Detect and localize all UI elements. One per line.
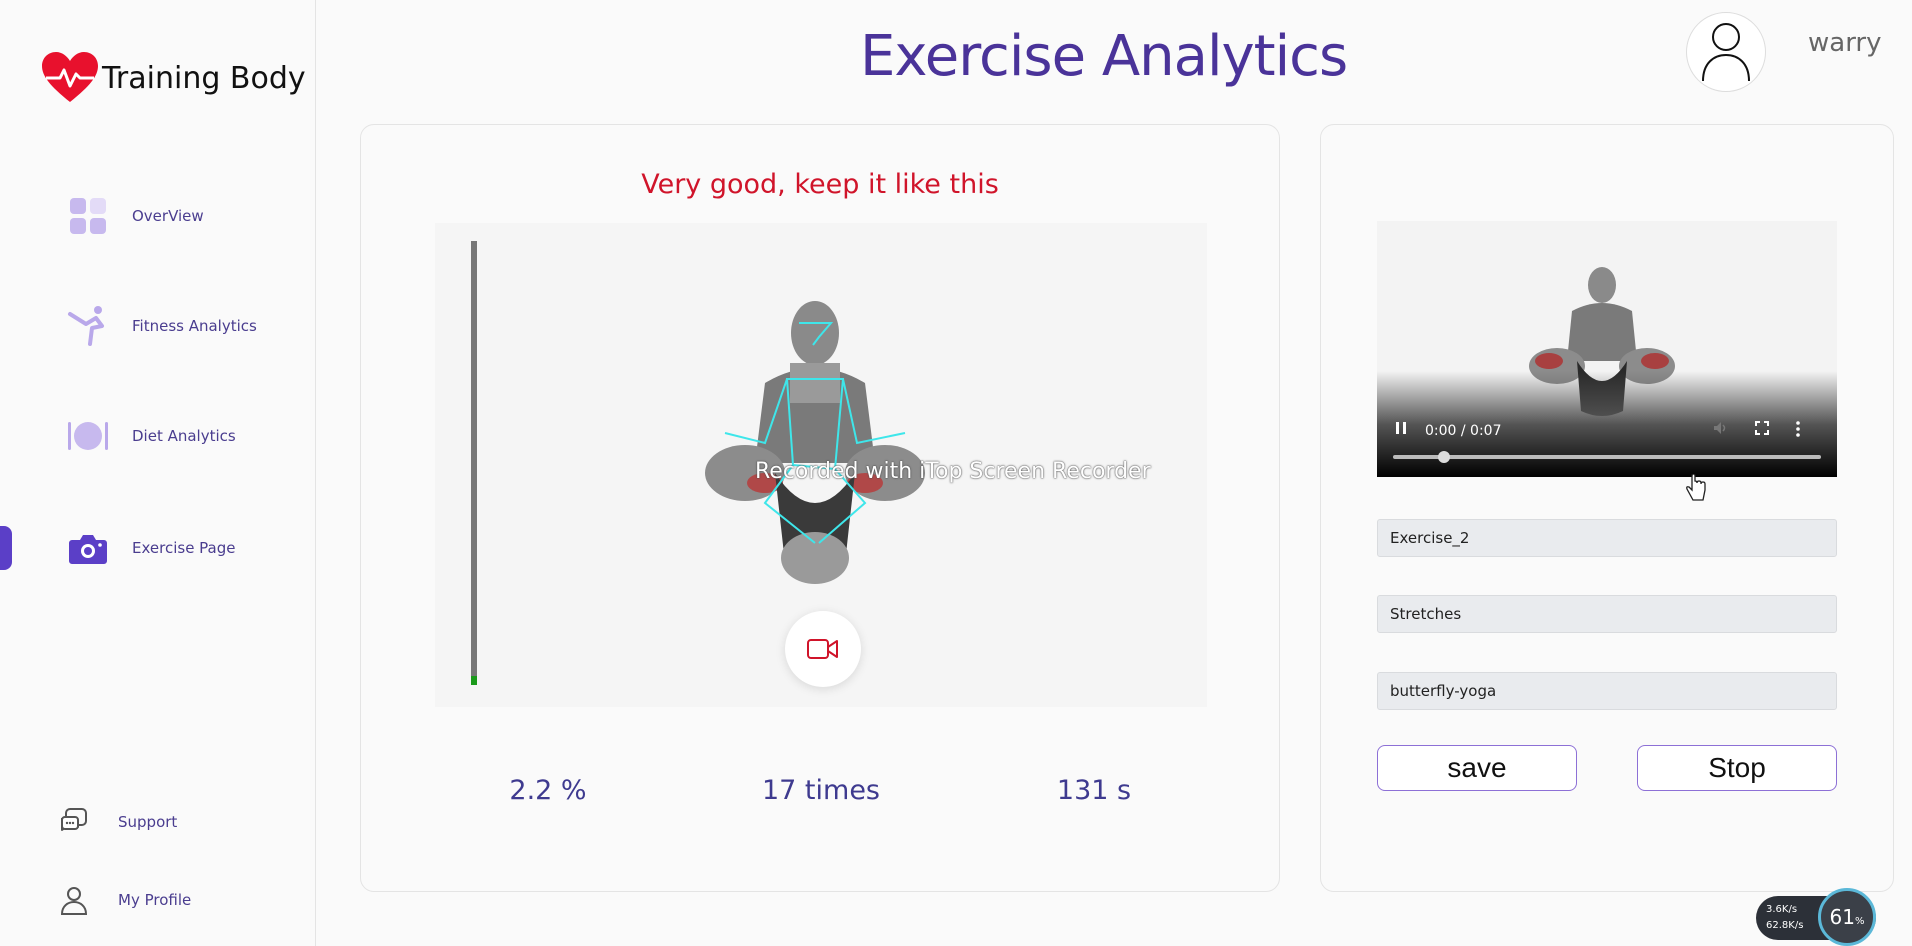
exercise-name-field[interactable]: Exercise_2 — [1377, 519, 1837, 557]
sidebar-item-fitness-analytics[interactable]: Fitness Analytics — [64, 302, 257, 350]
sidebar-item-label: Support — [118, 813, 178, 831]
active-nav-indicator — [0, 526, 12, 570]
exercise-camera-panel: Very good, keep it like this Recorded wi… — [360, 124, 1280, 892]
sidebar-item-exercise-page[interactable]: Exercise Page — [64, 524, 236, 572]
cpu-usage-value: 61 — [1829, 905, 1855, 929]
upload-speed: 3.6K/s — [1766, 904, 1798, 915]
hand-cursor-icon — [1686, 474, 1706, 501]
plate-cutlery-icon — [64, 412, 112, 460]
page-title: Exercise Analytics — [860, 24, 1348, 89]
exercise-progress-bar — [471, 241, 477, 685]
accuracy-stat: 2.2 % — [509, 775, 587, 806]
grid-icon — [64, 192, 112, 240]
brand-logo[interactable]: Training Body — [40, 50, 306, 106]
record-button[interactable] — [785, 611, 861, 687]
username: warry — [1808, 28, 1882, 58]
chat-icon — [50, 798, 98, 846]
feedback-message: Very good, keep it like this — [641, 169, 999, 200]
repetition-count-stat: 17 times — [761, 775, 880, 806]
sidebar-item-label: OverView — [132, 207, 204, 225]
exercise-pose-field[interactable]: butterfly-yoga — [1377, 672, 1837, 710]
exercise-progress-fill — [471, 676, 477, 685]
user-icon — [50, 876, 98, 924]
stop-button[interactable]: Stop — [1637, 745, 1837, 791]
user-avatar-icon — [1702, 23, 1750, 82]
volume-icon[interactable] — [1713, 421, 1729, 439]
brand-name: Training Body — [102, 60, 306, 96]
fullscreen-icon[interactable] — [1755, 421, 1769, 439]
avatar[interactable] — [1686, 12, 1766, 92]
download-speed: 62.8K/s — [1766, 920, 1804, 931]
video-seek-bar[interactable] — [1393, 451, 1821, 463]
video-time: 0:00 / 0:07 — [1425, 423, 1502, 439]
sidebar-item-diet-analytics[interactable]: Diet Analytics — [64, 412, 236, 460]
sidebar-item-label: My Profile — [118, 891, 192, 909]
yoga-pose-icon — [64, 302, 112, 350]
exercise-category-field[interactable]: Stretches — [1377, 595, 1837, 633]
reference-video-player[interactable]: 0:00 / 0:07 — [1377, 221, 1837, 477]
camera-feed: Recorded with iTop Screen Recorder — [435, 223, 1207, 707]
more-options-icon[interactable] — [1795, 421, 1801, 441]
video-camera-icon — [807, 639, 838, 659]
recorder-watermark: Recorded with iTop Screen Recorder — [755, 459, 1151, 484]
save-button[interactable]: save — [1377, 745, 1577, 791]
sidebar-item-support[interactable]: Support — [50, 798, 177, 846]
sidebar: Training Body OverView Fitness Analytics — [0, 0, 316, 946]
camera-icon — [64, 524, 112, 572]
pause-icon[interactable] — [1395, 421, 1407, 439]
sidebar-item-label: Exercise Page — [132, 539, 236, 557]
sidebar-item-label: Diet Analytics — [132, 427, 236, 445]
exercise-details-panel: 0:00 / 0:07 Exercise_2 Stretches butterf… — [1320, 124, 1894, 892]
duration-stat: 131 s — [1056, 775, 1132, 806]
heart-pulse-icon — [42, 52, 98, 102]
pose-figure-image — [705, 301, 925, 584]
sidebar-item-overview[interactable]: OverView — [64, 192, 204, 240]
cpu-usage-gauge: 61% — [1818, 888, 1876, 946]
sidebar-item-my-profile[interactable]: My Profile — [50, 876, 191, 924]
sidebar-item-label: Fitness Analytics — [132, 317, 257, 335]
